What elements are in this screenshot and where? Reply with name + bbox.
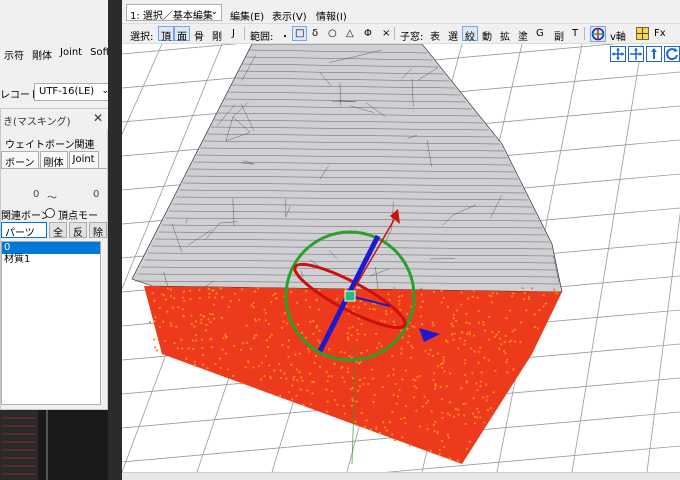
view-nav-icons: [610, 46, 680, 64]
material-list[interactable]: 0 材質1: [1, 241, 101, 405]
close-icon[interactable]: ✕: [93, 111, 103, 125]
masking-title-text: き(マスキング): [3, 117, 71, 128]
encoding-row: レコード: UTF-16(LE) ⌄: [0, 82, 120, 104]
masking-panel: き(マスキング) ✕ ウェイトボーン関連(B) ボーン 剛体 Joint 0 〜…: [0, 108, 109, 410]
range-row: 0 〜 0: [1, 189, 107, 204]
select-joint-button[interactable]: J: [232, 28, 235, 39]
fx-label: Fx: [654, 28, 666, 39]
related-bone-label: 関連ボーン: [1, 211, 51, 222]
scale-button[interactable]: 拡: [500, 28, 510, 43]
gizmo-center-handle: [344, 290, 356, 302]
menu-info[interactable]: 情報(I): [316, 8, 347, 23]
vertex-morph-radio[interactable]: [45, 208, 55, 218]
move-button[interactable]: 動: [482, 28, 492, 43]
select-face-button[interactable]: 面: [174, 26, 190, 43]
menu-edit[interactable]: 編集(E): [230, 8, 264, 23]
tab-joint[interactable]: Joint: [68, 151, 99, 168]
rotate-icon[interactable]: [664, 46, 680, 62]
select-rigid-button[interactable]: 剛: [212, 28, 222, 43]
list-item-selected[interactable]: 0: [2, 242, 100, 254]
menu-bar: 1: 選択／基本編集 ⌄ 編集(E) 表示(V) 情報(I): [122, 0, 680, 24]
range-phi-button[interactable]: Φ: [364, 28, 372, 39]
range-point-button[interactable]: ・: [280, 28, 290, 43]
paint-button[interactable]: 塗: [518, 28, 528, 43]
select-label: 選択:: [130, 32, 154, 43]
tab-rigid-body[interactable]: 剛体: [39, 151, 68, 169]
move-icon[interactable]: [610, 46, 626, 62]
toolbar-separator: [584, 27, 585, 40]
mode-select[interactable]: 1: 選択／基本編集 ⌄: [126, 4, 222, 22]
left-app-window: 示符 剛体 Joint SoftBod レコード: UTF-16(LE) ⌄ き…: [0, 0, 120, 480]
range-label: 範囲:: [250, 32, 274, 43]
status-bar: [122, 472, 680, 480]
select-vertex-button[interactable]: 頂: [158, 26, 174, 43]
mode-value: 1: 選択／基本編集: [130, 11, 213, 22]
panel-preview-strip: [0, 410, 48, 480]
choose-button[interactable]: 選: [448, 28, 458, 43]
fx-icon[interactable]: [636, 27, 649, 40]
encoding-select[interactable]: UTF-16(LE) ⌄: [34, 83, 114, 101]
chevron-down-icon: ⌄: [210, 7, 218, 17]
toolbar-separator: [394, 27, 395, 40]
table-button[interactable]: 表: [430, 28, 440, 43]
per-part-button[interactable]: パーツ毎: [1, 222, 47, 254]
range-delta-button[interactable]: δ: [312, 28, 318, 39]
tab-rigid[interactable]: 剛体: [28, 44, 56, 64]
weight-bone-related-button[interactable]: ウェイトボーン関連(B): [1, 133, 107, 162]
axis-label: v軸: [610, 32, 626, 43]
encoding-value: UTF-16(LE): [39, 86, 95, 97]
main-editor-window: 1: 選択／基本編集 ⌄ 編集(E) 表示(V) 情報(I) 選択: 頂 面 骨…: [122, 0, 680, 480]
rotate-handle-icon[interactable]: [646, 46, 662, 62]
group-button[interactable]: G: [536, 28, 544, 39]
select-bone-button[interactable]: 骨: [194, 28, 204, 43]
masking-tabs: ボーン 剛体 Joint: [1, 151, 107, 169]
text-button[interactable]: T: [572, 28, 578, 39]
range-clear-button[interactable]: ×: [382, 28, 390, 39]
left-tab-bar: 示符 剛体 Joint SoftBod: [0, 44, 120, 64]
range-to[interactable]: 0: [93, 189, 99, 200]
range-from[interactable]: 0: [33, 189, 39, 200]
menu-view[interactable]: 表示(V): [272, 8, 307, 23]
list-item[interactable]: 材質1: [2, 254, 100, 266]
tab-joint[interactable]: Joint: [56, 44, 86, 64]
sub-button[interactable]: 副: [554, 28, 564, 43]
toolbar: 選択: 頂 面 骨 剛 J 範囲: ・ □ δ ○ △ Φ × 子窓: 表 選 …: [122, 24, 680, 44]
range-rect-button[interactable]: □: [292, 26, 308, 41]
tab-bone[interactable]: ボーン: [1, 151, 39, 169]
range-triangle-button[interactable]: △: [346, 28, 354, 39]
move-xyz-icon[interactable]: [628, 46, 644, 62]
subwindow-label: 子窓:: [400, 32, 424, 43]
bottom-dark-area: [0, 410, 120, 480]
invert-button[interactable]: 反: [69, 222, 87, 239]
narrow-button[interactable]: 絞: [462, 26, 478, 43]
toolbar-separator: [244, 27, 245, 40]
axis-toggle-icon[interactable]: [590, 26, 606, 42]
3d-viewport[interactable]: [122, 44, 680, 472]
option-row: 関連ボーン 頂点モーフ: [1, 207, 107, 237]
range-sep: 〜: [47, 193, 57, 204]
tab-display[interactable]: 示符: [0, 44, 28, 64]
range-circle-button[interactable]: ○: [328, 28, 337, 39]
all-button[interactable]: 全: [49, 222, 67, 239]
viewport-scene[interactable]: [122, 44, 680, 472]
mask-button-row: パーツ毎 全 反 除: [1, 222, 107, 254]
exclude-button[interactable]: 除: [89, 222, 107, 239]
window-gap: [108, 0, 122, 480]
